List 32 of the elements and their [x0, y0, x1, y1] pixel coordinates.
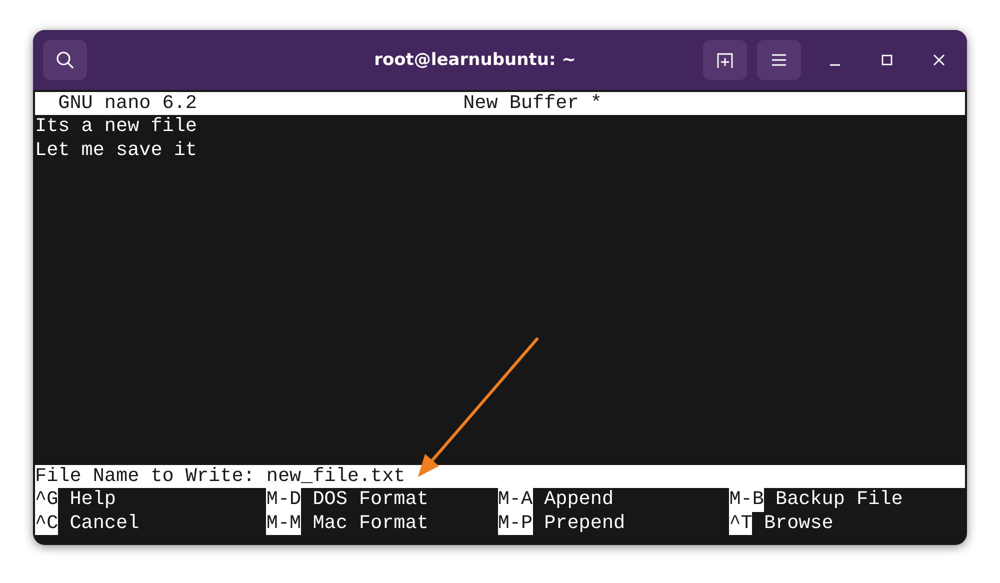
- shortcut-label[interactable]: Mac Format: [312, 512, 428, 535]
- maximize-icon: [881, 54, 893, 66]
- search-icon: [55, 50, 75, 70]
- text-line: Let me save it: [35, 138, 198, 162]
- shortcut-key: M-P: [498, 512, 533, 535]
- menu-button[interactable]: [757, 40, 801, 80]
- shortcut-label[interactable]: DOS Format: [312, 488, 428, 512]
- search-button[interactable]: [43, 40, 87, 80]
- window-title: root@learnubuntu: ~: [373, 50, 577, 70]
- shortcut-label[interactable]: Prepend: [544, 512, 626, 535]
- shortcut-key: M-M: [266, 512, 302, 535]
- prompt-label: File Name to Write:: [35, 464, 255, 488]
- shortcut-label[interactable]: Help: [70, 488, 116, 512]
- shortcut-key: M-D: [266, 488, 302, 512]
- editor-version: GNU nano 6.2: [58, 92, 197, 116]
- new-tab-icon: [715, 51, 735, 69]
- filename-input[interactable]: new_file.txt: [266, 464, 406, 488]
- minimize-icon: [829, 64, 841, 66]
- shortcut-label[interactable]: Append: [544, 488, 614, 512]
- shortcut-key: M-A: [498, 488, 533, 512]
- shortcut-label[interactable]: Cancel: [70, 512, 140, 535]
- shortcut-label[interactable]: Browse: [764, 512, 834, 535]
- menu-icon: [771, 53, 787, 67]
- shortcut-label[interactable]: Backup File: [776, 488, 903, 512]
- text-line: Its a new file: [35, 115, 198, 139]
- shortcut-key: ^T: [729, 512, 752, 535]
- shortcut-key: ^C: [35, 512, 58, 535]
- new-tab-button[interactable]: [703, 40, 747, 80]
- shortcut-key: M-B: [729, 488, 764, 512]
- shortcut-key: ^G: [35, 488, 58, 512]
- buffer-name: New Buffer *: [463, 92, 602, 116]
- close-icon: [933, 54, 945, 66]
